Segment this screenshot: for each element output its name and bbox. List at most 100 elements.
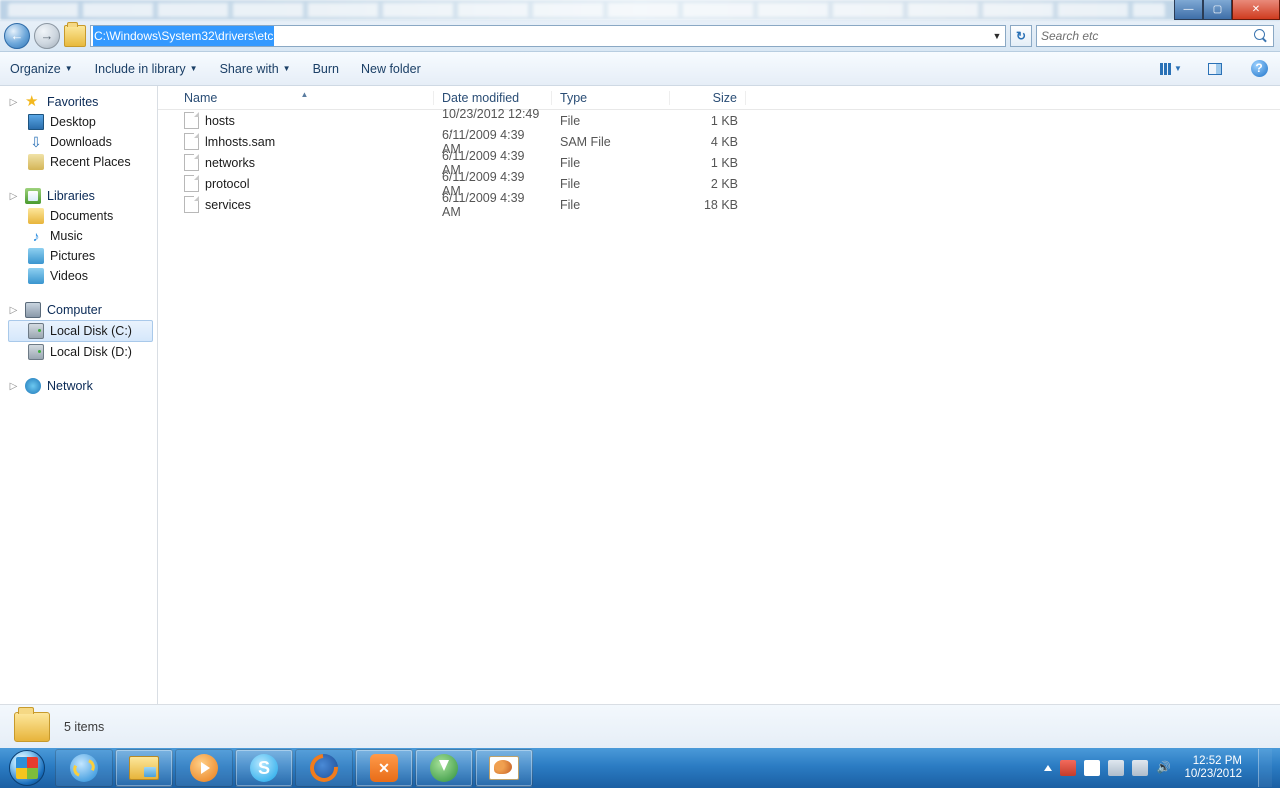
tray-date: 10/23/2012 [1184, 768, 1242, 781]
file-icon [184, 175, 199, 192]
sidebar-network-header[interactable]: ▷Network [8, 376, 157, 396]
column-header-date[interactable]: Date modified [434, 91, 552, 105]
file-row[interactable]: protocol6/11/2009 4:39 AMFile2 KB [158, 173, 1280, 194]
browser-tab-strip [0, 0, 1280, 20]
taskbar-app-firefox[interactable] [295, 749, 353, 787]
file-name: hosts [205, 114, 235, 128]
column-headers: Name▲ Date modified Type Size [158, 86, 1280, 110]
system-tray: 🔊 12:52 PM 10/23/2012 [1034, 748, 1280, 788]
search-input[interactable]: Search etc [1036, 25, 1274, 47]
share-with-menu[interactable]: Share with▼ [220, 62, 291, 76]
include-in-library-menu[interactable]: Include in library▼ [95, 62, 198, 76]
change-view-button[interactable]: ▼ [1160, 59, 1182, 79]
details-folder-icon [14, 712, 50, 742]
column-header-type[interactable]: Type [552, 91, 670, 105]
taskbar: S ✕ 🔊 12:52 PM 10/23/2012 [0, 748, 1280, 788]
address-input[interactable]: C:\Windows\System32\drivers\etc ▼ [90, 25, 1006, 47]
window-close-button[interactable]: ✕ [1232, 0, 1280, 20]
file-icon [184, 154, 199, 171]
xampp-icon: ✕ [370, 754, 398, 782]
sidebar-item-drive-c[interactable]: Local Disk (C:) [8, 320, 153, 342]
window-minimize-button[interactable]: — [1174, 0, 1203, 20]
help-button[interactable]: ? [1248, 59, 1270, 79]
sidebar-item-documents[interactable]: Documents [8, 206, 157, 226]
tray-network-icon[interactable] [1132, 760, 1148, 776]
sidebar-libraries-header[interactable]: ▷Libraries [8, 186, 157, 206]
file-size: 1 KB [670, 114, 746, 128]
file-type: File [552, 198, 670, 212]
taskbar-app-explorer[interactable] [115, 749, 173, 787]
column-header-name[interactable]: Name▲ [176, 91, 434, 105]
search-icon[interactable] [1253, 28, 1269, 44]
file-row[interactable]: services6/11/2009 4:39 AMFile18 KB [158, 194, 1280, 215]
sidebar-item-pictures[interactable]: Pictures [8, 246, 157, 266]
sidebar-item-recent-places[interactable]: Recent Places [8, 152, 157, 172]
sidebar-favorites-header[interactable]: ▷★Favorites [8, 92, 157, 112]
tray-show-hidden-icons[interactable] [1044, 765, 1052, 771]
burn-button[interactable]: Burn [313, 62, 339, 76]
file-size: 4 KB [670, 135, 746, 149]
file-date: 6/11/2009 4:39 AM [434, 191, 552, 219]
taskbar-app-ie[interactable] [55, 749, 113, 787]
firefox-icon [310, 754, 338, 782]
file-name: lmhosts.sam [205, 135, 275, 149]
tray-time: 12:52 PM [1184, 755, 1242, 768]
file-row[interactable]: hosts10/23/2012 12:49 ...File1 KB [158, 110, 1280, 131]
skype-icon: S [250, 754, 278, 782]
file-name: networks [205, 156, 255, 170]
wmp-icon [190, 754, 218, 782]
column-header-size[interactable]: Size [670, 91, 746, 105]
preview-pane-button[interactable] [1204, 59, 1226, 79]
taskbar-app-paint[interactable] [475, 749, 533, 787]
refresh-button[interactable]: ↻ [1010, 25, 1032, 47]
tray-volume-icon[interactable]: 🔊 [1156, 760, 1172, 776]
file-size: 18 KB [670, 198, 746, 212]
file-icon [184, 133, 199, 150]
organize-menu[interactable]: Organize▼ [10, 62, 73, 76]
file-size: 1 KB [670, 156, 746, 170]
file-size: 2 KB [670, 177, 746, 191]
taskbar-app-idm[interactable] [415, 749, 473, 787]
taskbar-app-skype[interactable]: S [235, 749, 293, 787]
taskbar-app-wmp[interactable] [175, 749, 233, 787]
address-folder-icon [64, 25, 86, 47]
sidebar-item-music[interactable]: ♪Music [8, 226, 157, 246]
start-button[interactable] [0, 748, 54, 788]
file-type: SAM File [552, 135, 670, 149]
tray-power-icon[interactable] [1108, 760, 1124, 776]
item-count-text: 5 items [64, 720, 104, 734]
address-path-text: C:\Windows\System32\drivers\etc [93, 26, 274, 46]
idm-icon [430, 754, 458, 782]
ie-icon [70, 754, 98, 782]
explorer-icon [129, 756, 159, 780]
sidebar-item-drive-d[interactable]: Local Disk (D:) [8, 342, 157, 362]
file-type: File [552, 114, 670, 128]
file-name: protocol [205, 177, 249, 191]
address-history-dropdown[interactable]: ▼ [989, 31, 1005, 41]
file-name: services [205, 198, 251, 212]
tray-action-center-icon[interactable] [1084, 760, 1100, 776]
file-row[interactable]: networks6/11/2009 4:39 AMFile1 KB [158, 152, 1280, 173]
sidebar-item-videos[interactable]: Videos [8, 266, 157, 286]
address-bar-row: ← → C:\Windows\System32\drivers\etc ▼ ↻ … [0, 20, 1280, 52]
file-icon [184, 112, 199, 129]
taskbar-app-xampp[interactable]: ✕ [355, 749, 413, 787]
nav-forward-button[interactable]: → [34, 23, 60, 49]
nav-back-button[interactable]: ← [4, 23, 30, 49]
details-pane: 5 items [0, 704, 1280, 748]
file-type: File [552, 156, 670, 170]
paint-icon [489, 756, 519, 780]
tray-flag-icon[interactable] [1060, 760, 1076, 776]
sidebar-item-desktop[interactable]: Desktop [8, 112, 157, 132]
sidebar-item-downloads[interactable]: ⇩Downloads [8, 132, 157, 152]
new-folder-button[interactable]: New folder [361, 62, 421, 76]
tray-clock[interactable]: 12:52 PM 10/23/2012 [1180, 755, 1246, 781]
file-list-pane: Name▲ Date modified Type Size hosts10/23… [158, 86, 1280, 704]
command-toolbar: Organize▼ Include in library▼ Share with… [0, 52, 1280, 86]
sidebar-computer-header[interactable]: ▷Computer [8, 300, 157, 320]
window-maximize-button[interactable]: ▢ [1203, 0, 1232, 20]
file-row[interactable]: lmhosts.sam6/11/2009 4:39 AMSAM File4 KB [158, 131, 1280, 152]
windows-orb-icon [9, 750, 45, 786]
show-desktop-button[interactable] [1258, 749, 1272, 787]
file-type: File [552, 177, 670, 191]
